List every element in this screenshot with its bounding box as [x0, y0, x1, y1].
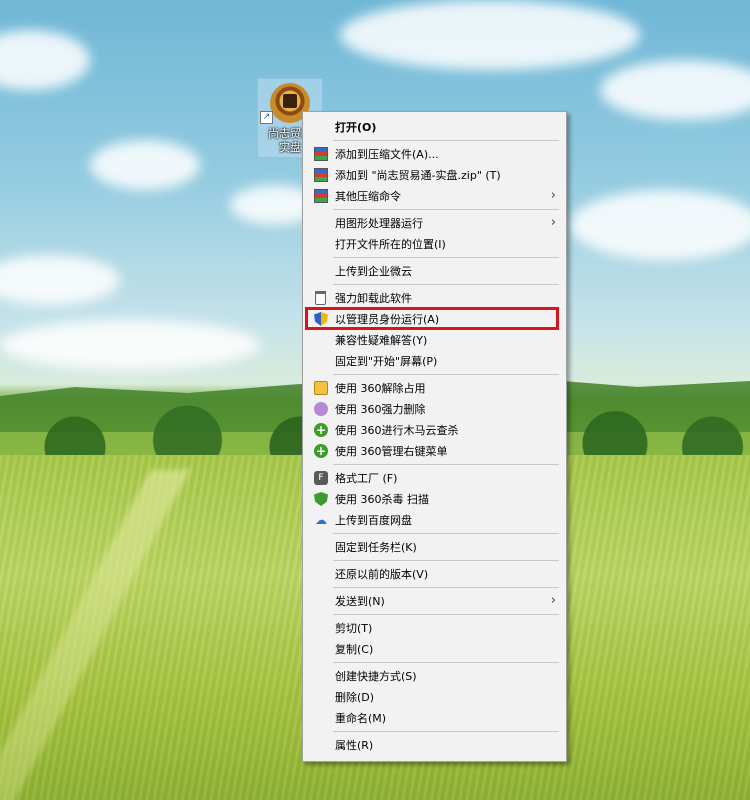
360-unlock-icon	[314, 381, 328, 395]
menu-item[interactable]: 打开文件所在的位置(I)	[305, 234, 564, 255]
menu-item[interactable]: 重命名(M)	[305, 708, 564, 729]
chevron-right-icon: ›	[550, 593, 556, 608]
archive-icon	[314, 168, 328, 182]
menu-item[interactable]: 创建快捷方式(S)	[305, 666, 564, 687]
menu-item[interactable]: 剪切(T)	[305, 618, 564, 639]
menu-item[interactable]: 其他压缩命令 ›	[305, 186, 564, 207]
menu-item-label: 用图形处理器运行	[335, 217, 423, 230]
cloud	[0, 320, 260, 370]
format-factory-icon: F	[314, 471, 328, 485]
menu-item[interactable]: ☁ 上传到百度网盘	[305, 510, 564, 531]
menu-item-label: 使用 360杀毒 扫描	[335, 493, 429, 506]
menu-item-label: 创建快捷方式(S)	[335, 670, 417, 683]
menu-item[interactable]: 使用 360解除占用	[305, 378, 564, 399]
menu-item[interactable]: + 使用 360管理右键菜单	[305, 441, 564, 462]
chevron-right-icon: ›	[550, 215, 556, 230]
menu-separator	[333, 257, 559, 258]
menu-item-label: 重命名(M)	[335, 712, 387, 725]
360-scan-icon: +	[314, 423, 328, 437]
menu-item[interactable]: + 使用 360进行木马云查杀	[305, 420, 564, 441]
menu-item[interactable]: 还原以前的版本(V)	[305, 564, 564, 585]
baidu-cloud-icon: ☁	[315, 513, 327, 527]
menu-item-label: 添加到压缩文件(A)...	[335, 148, 439, 161]
menu-item[interactable]: 属性(R)	[305, 735, 564, 756]
cloud	[0, 30, 90, 90]
menu-item[interactable]: 使用 360杀毒 扫描	[305, 489, 564, 510]
chevron-right-icon: ›	[550, 188, 556, 203]
cloud	[600, 60, 750, 120]
trash-icon	[315, 291, 326, 305]
menu-item[interactable]: 固定到"开始"屏幕(P)	[305, 351, 564, 372]
menu-item-label: 打开文件所在的位置(I)	[335, 238, 446, 251]
menu-item-label: 添加到 "尚志贸易通-实盘.zip" (T)	[335, 169, 501, 182]
cloud	[340, 0, 640, 70]
menu-item[interactable]: 发送到(N) ›	[305, 591, 564, 612]
menu-separator	[333, 731, 559, 732]
highlight-annotation-box	[305, 307, 559, 330]
menu-item[interactable]: 固定到任务栏(K)	[305, 537, 564, 558]
menu-item[interactable]: 强力卸载此软件	[305, 288, 564, 309]
menu-item[interactable]: 兼容性疑难解答(Y)	[305, 330, 564, 351]
menu-separator	[333, 374, 559, 375]
menu-item-label: 固定到任务栏(K)	[335, 541, 417, 554]
shortcut-arrow-icon: ↗	[260, 111, 273, 124]
menu-item[interactable]: 打开(O)	[305, 117, 564, 138]
menu-item-label: 复制(C)	[335, 643, 374, 656]
360-menu-icon: +	[314, 444, 328, 458]
menu-separator	[333, 209, 559, 210]
menu-item-label: 删除(D)	[335, 691, 375, 704]
menu-item-label: 使用 360强力删除	[335, 403, 426, 416]
menu-separator	[333, 140, 559, 141]
menu-separator	[333, 533, 559, 534]
cloud	[0, 255, 120, 305]
menu-item[interactable]: 上传到企业微云	[305, 261, 564, 282]
menu-item-label: 属性(R)	[335, 739, 374, 752]
menu-separator	[333, 614, 559, 615]
menu-separator	[333, 284, 559, 285]
archive-icon	[314, 147, 328, 161]
menu-item[interactable]: 使用 360强力删除	[305, 399, 564, 420]
menu-item[interactable]: 复制(C)	[305, 639, 564, 660]
menu-item-label: 兼容性疑难解答(Y)	[335, 334, 428, 347]
cloud	[90, 140, 200, 190]
menu-item-label: 上传到企业微云	[335, 265, 412, 278]
menu-separator	[333, 587, 559, 588]
menu-item-label: 强力卸载此软件	[335, 292, 412, 305]
menu-item-label: 格式工厂 (F)	[335, 472, 398, 485]
archive-icon	[314, 189, 328, 203]
menu-item-label: 上传到百度网盘	[335, 514, 412, 527]
menu-item-label: 使用 360进行木马云查杀	[335, 424, 459, 437]
menu-item-label: 使用 360管理右键菜单	[335, 445, 448, 458]
360-antivirus-icon	[314, 492, 328, 506]
menu-separator	[333, 560, 559, 561]
menu-item-label: 打开(O)	[335, 121, 377, 134]
context-menu: 打开(O) 添加到压缩文件(A)... 添加到 "尚志贸易通-实盘.zip" (T)…	[302, 111, 567, 762]
menu-item-label: 剪切(T)	[335, 622, 373, 635]
menu-separator	[333, 464, 559, 465]
menu-item[interactable]: 删除(D)	[305, 687, 564, 708]
menu-item[interactable]: F 格式工厂 (F)	[305, 468, 564, 489]
menu-item-label: 发送到(N)	[335, 595, 385, 608]
menu-item-label: 还原以前的版本(V)	[335, 568, 429, 581]
menu-item-label: 固定到"开始"屏幕(P)	[335, 355, 438, 368]
cloud	[570, 190, 750, 260]
menu-item[interactable]: 用图形处理器运行 ›	[305, 213, 564, 234]
menu-item[interactable]: 添加到压缩文件(A)...	[305, 144, 564, 165]
menu-item[interactable]: 添加到 "尚志贸易通-实盘.zip" (T)	[305, 165, 564, 186]
menu-item-label: 其他压缩命令	[335, 190, 401, 203]
menu-separator	[333, 662, 559, 663]
menu-item-label: 使用 360解除占用	[335, 382, 426, 395]
360-delete-icon	[314, 402, 328, 416]
